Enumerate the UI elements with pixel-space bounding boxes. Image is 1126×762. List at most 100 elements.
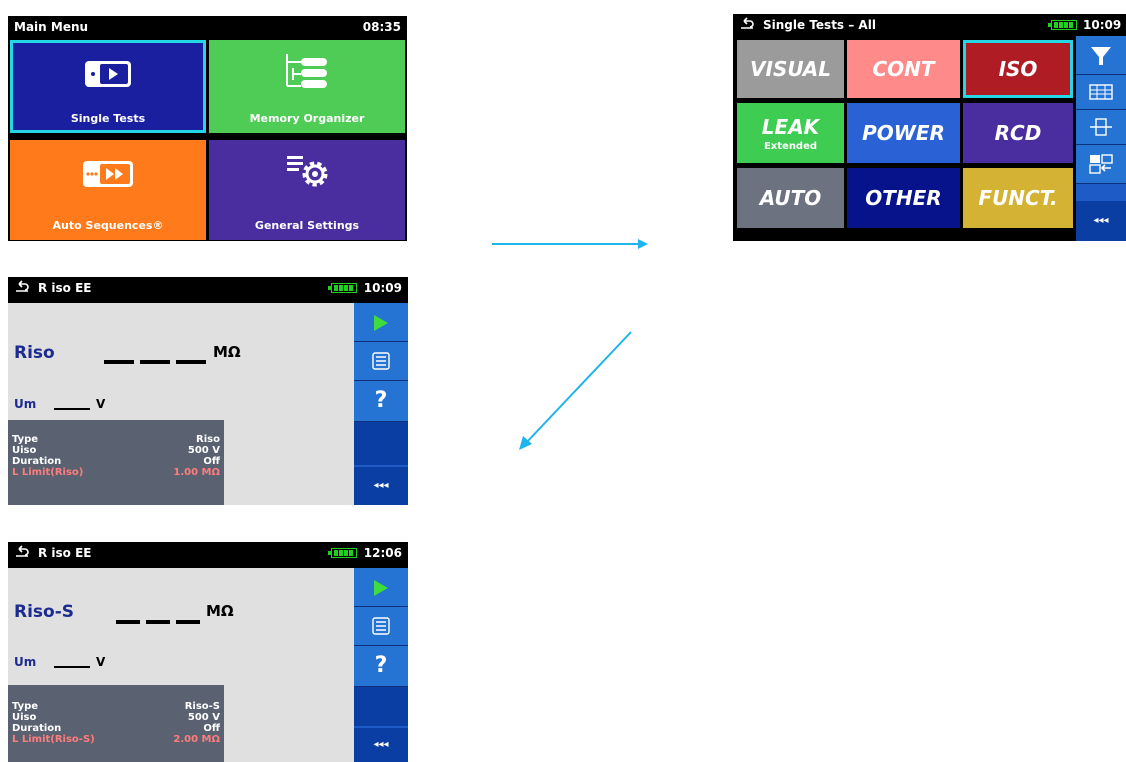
single-tests-icon bbox=[85, 61, 131, 87]
filter-icon bbox=[1091, 47, 1111, 65]
result-placeholder bbox=[176, 620, 200, 624]
group-label: ISO bbox=[998, 57, 1038, 81]
group-rcd[interactable]: RCD bbox=[963, 103, 1073, 163]
side-panel: ? ◂◂◂ bbox=[354, 303, 408, 505]
main-result-label: Riso bbox=[14, 343, 55, 363]
more-options-button[interactable]: ◂◂◂ bbox=[354, 726, 408, 762]
screen-title: Single Tests – All bbox=[763, 18, 876, 32]
main-result-label: Riso-S bbox=[14, 602, 75, 622]
battery-icon bbox=[328, 283, 357, 293]
group-leak[interactable]: LEAK Extended bbox=[737, 103, 844, 163]
header-bar: R iso EE 10:09 bbox=[8, 277, 408, 299]
sub-result-label: Um bbox=[14, 655, 37, 669]
group-sublabel: Extended bbox=[763, 140, 818, 152]
main-result-unit: MΩ bbox=[206, 602, 234, 620]
back-icon[interactable] bbox=[14, 279, 30, 293]
header-bar: R iso EE 12:06 bbox=[8, 542, 408, 564]
memory-organizer-icon bbox=[286, 54, 327, 88]
switch-view-button[interactable] bbox=[1076, 145, 1126, 184]
back-icon[interactable] bbox=[14, 544, 30, 558]
back-icon[interactable] bbox=[739, 16, 755, 30]
general-settings-icon bbox=[287, 156, 328, 187]
result-placeholder bbox=[104, 360, 134, 364]
group-label: POWER bbox=[862, 121, 945, 145]
group-label: CONT bbox=[872, 57, 935, 81]
battery-icon bbox=[1048, 20, 1077, 30]
auto-sequences-icon bbox=[83, 161, 133, 187]
result-placeholder bbox=[140, 360, 170, 364]
group-label: OTHER bbox=[865, 186, 942, 210]
riso-s-measurement-screen: R iso EE 12:06 Riso-S MΩ Um V Type Riso-S… bbox=[8, 542, 408, 762]
auto-sequences-tile[interactable]: Auto Sequences® bbox=[10, 140, 206, 240]
help-icon: ? bbox=[374, 388, 388, 413]
group-other[interactable]: OTHER bbox=[847, 168, 960, 228]
list-button[interactable] bbox=[354, 607, 408, 646]
memory-organizer-tile[interactable]: Memory Organizer bbox=[209, 40, 405, 133]
riso-measurement-screen: R iso EE 10:09 Riso MΩ Um V Type Riso Uis… bbox=[8, 277, 408, 505]
group-label: RCD bbox=[994, 121, 1042, 145]
result-placeholder bbox=[146, 620, 170, 624]
play-icon bbox=[374, 315, 388, 331]
more-options-button[interactable]: ◂◂◂ bbox=[354, 465, 408, 505]
screen-title: R iso EE bbox=[38, 546, 92, 560]
battery-icon bbox=[328, 548, 357, 558]
help-button[interactable]: ? bbox=[354, 381, 408, 422]
general-settings-tile[interactable]: General Settings bbox=[209, 140, 405, 240]
tile-label: General Settings bbox=[254, 219, 360, 232]
switch-view-icon bbox=[1089, 154, 1113, 174]
list-icon bbox=[372, 352, 390, 370]
screen-title: Main Menu bbox=[14, 20, 89, 34]
group-label: LEAK bbox=[761, 114, 820, 139]
sub-result-placeholder bbox=[54, 408, 90, 410]
play-icon bbox=[374, 580, 388, 596]
group-power[interactable]: POWER bbox=[847, 103, 960, 163]
header-bar: Main Menu 08:35 bbox=[8, 16, 407, 38]
result-placeholder bbox=[116, 620, 140, 624]
help-icon: ? bbox=[374, 653, 388, 678]
group-label: VISUAL bbox=[750, 57, 831, 81]
group-visual[interactable]: VISUAL bbox=[737, 40, 844, 98]
group-label: AUTO bbox=[759, 186, 822, 210]
group-cont[interactable]: CONT bbox=[847, 40, 960, 98]
parameter-panel[interactable]: Type Riso Uiso 500 V Duration Off L Limit(R… bbox=[8, 420, 224, 505]
group-auto[interactable]: AUTO bbox=[737, 168, 844, 228]
flow-arrow-down-left bbox=[519, 331, 632, 450]
tile-label: Auto Sequences® bbox=[52, 219, 164, 232]
expand-button[interactable] bbox=[1076, 110, 1126, 145]
start-button[interactable] bbox=[354, 568, 408, 607]
sub-result-placeholder bbox=[54, 666, 90, 668]
main-result-unit: MΩ bbox=[213, 343, 241, 361]
tile-label: Memory Organizer bbox=[249, 112, 365, 125]
clock: 12:06 bbox=[363, 546, 402, 560]
help-button[interactable]: ? bbox=[354, 646, 408, 687]
more-options-button[interactable]: ◂◂◂ bbox=[1076, 201, 1126, 241]
single-tests-tile[interactable]: Single Tests bbox=[10, 40, 206, 133]
single-tests-screen: Single Tests – All 10:09 VISUAL CONT ISO… bbox=[733, 14, 1126, 241]
main-menu-screen: Main Menu 08:35 Single Tests Memory Orga… bbox=[8, 16, 407, 241]
side-panel: ? ◂◂◂ bbox=[354, 568, 408, 762]
flow-arrow-right bbox=[492, 239, 648, 249]
group-funct[interactable]: FUNCT. bbox=[963, 168, 1073, 228]
clock: 08:35 bbox=[362, 20, 401, 34]
sub-result-unit: V bbox=[96, 397, 106, 411]
filter-button[interactable] bbox=[1076, 36, 1126, 75]
parameter-panel[interactable]: Type Riso-S Uiso 500 V Duration Off L Limit… bbox=[8, 685, 224, 762]
sub-result-unit: V bbox=[96, 655, 106, 669]
param-row-limit: L Limit(Riso-S) 2.00 MΩ bbox=[12, 734, 220, 745]
sub-result-label: Um bbox=[14, 397, 37, 411]
list-button[interactable] bbox=[354, 342, 408, 381]
grid-view-icon bbox=[1089, 84, 1113, 100]
tile-label: Single Tests bbox=[70, 112, 146, 125]
side-panel: ◂◂◂ bbox=[1076, 36, 1126, 241]
grid-view-button[interactable] bbox=[1076, 75, 1126, 110]
list-icon bbox=[372, 617, 390, 635]
clock: 10:09 bbox=[363, 281, 402, 295]
screen-title: R iso EE bbox=[38, 281, 92, 295]
group-iso[interactable]: ISO bbox=[963, 40, 1073, 98]
header-bar: Single Tests – All 10:09 bbox=[733, 14, 1126, 36]
start-button[interactable] bbox=[354, 303, 408, 342]
group-label: FUNCT. bbox=[978, 186, 1058, 210]
clock: 10:09 bbox=[1083, 18, 1122, 32]
result-placeholder bbox=[176, 360, 206, 364]
param-row-limit: L Limit(Riso) 1.00 MΩ bbox=[12, 467, 220, 478]
